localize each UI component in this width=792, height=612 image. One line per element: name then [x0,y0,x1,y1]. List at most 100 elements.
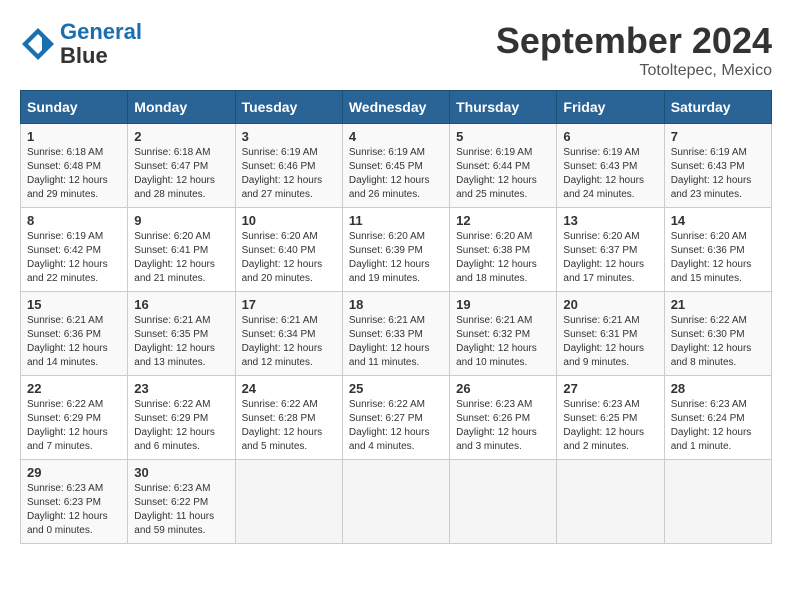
day-cell: 9 Sunrise: 6:20 AM Sunset: 6:41 PM Daylig… [128,208,235,292]
logo-line1: General [60,19,142,44]
day-info: Sunrise: 6:22 AM Sunset: 6:29 PM Dayligh… [27,398,121,454]
day-info: Sunrise: 6:20 AM Sunset: 6:37 PM Dayligh… [563,230,657,286]
day-number: 12 [456,213,550,228]
header-row: SundayMondayTuesdayWednesdayThursdayFrid… [21,91,772,124]
day-info: Sunrise: 6:23 AM Sunset: 6:25 PM Dayligh… [563,398,657,454]
calendar-table: SundayMondayTuesdayWednesdayThursdayFrid… [20,90,772,544]
day-info: Sunrise: 6:22 AM Sunset: 6:30 PM Dayligh… [671,314,765,370]
day-info: Sunrise: 6:20 AM Sunset: 6:41 PM Dayligh… [134,230,228,286]
day-number: 11 [349,213,443,228]
day-cell: 18Sunrise: 6:21 AM Sunset: 6:33 PM Dayli… [342,292,449,376]
header-cell-sunday: Sunday [21,91,128,124]
page-header: General Blue September 2024 Totoltepec, … [20,20,772,80]
day-info: Sunrise: 6:23 AM Sunset: 6:23 PM Dayligh… [27,482,121,538]
day-number: 21 [671,297,765,312]
day-cell: 23 Sunrise: 6:22 AM Sunset: 6:29 PM Dayli… [128,376,235,460]
day-number: 19 [456,297,550,312]
day-cell: 24 Sunrise: 6:22 AM Sunset: 6:28 PM Dayli… [235,376,342,460]
day-cell: 4 Sunrise: 6:19 AM Sunset: 6:45 PM Daylig… [342,124,449,208]
day-info: Sunrise: 6:19 AM Sunset: 6:43 PM Dayligh… [563,146,657,202]
day-cell: 25Sunrise: 6:22 AM Sunset: 6:27 PM Dayli… [342,376,449,460]
day-number: 8 [27,213,121,228]
day-cell: 26 Sunrise: 6:23 AM Sunset: 6:26 PM Dayli… [450,376,557,460]
day-number: 23 [134,381,228,396]
day-number: 7 [671,129,765,144]
day-cell: 12 Sunrise: 6:20 AM Sunset: 6:38 PM Dayli… [450,208,557,292]
day-number: 1 [27,129,121,144]
day-cell [450,460,557,544]
header-cell-thursday: Thursday [450,91,557,124]
day-cell: 3Sunrise: 6:19 AM Sunset: 6:46 PM Daylig… [235,124,342,208]
day-number: 3 [242,129,336,144]
day-info: Sunrise: 6:23 AM Sunset: 6:26 PM Dayligh… [456,398,550,454]
day-info: Sunrise: 6:20 AM Sunset: 6:40 PM Dayligh… [242,230,336,286]
day-cell [664,460,771,544]
day-number: 30 [134,465,228,480]
day-number: 17 [242,297,336,312]
logo-icon [20,26,56,62]
week-row-4: 22 Sunrise: 6:22 AM Sunset: 6:29 PM Dayli… [21,376,772,460]
header-cell-friday: Friday [557,91,664,124]
day-cell: 22 Sunrise: 6:22 AM Sunset: 6:29 PM Dayli… [21,376,128,460]
day-cell: 20Sunrise: 6:21 AM Sunset: 6:31 PM Dayli… [557,292,664,376]
header-cell-saturday: Saturday [664,91,771,124]
day-info: Sunrise: 6:20 AM Sunset: 6:36 PM Dayligh… [671,230,765,286]
day-number: 28 [671,381,765,396]
day-cell: 8 Sunrise: 6:19 AM Sunset: 6:42 PM Daylig… [21,208,128,292]
header-cell-wednesday: Wednesday [342,91,449,124]
day-number: 27 [563,381,657,396]
day-number: 26 [456,381,550,396]
day-cell: 14 Sunrise: 6:20 AM Sunset: 6:36 PM Dayli… [664,208,771,292]
day-number: 5 [456,129,550,144]
day-cell [235,460,342,544]
day-number: 9 [134,213,228,228]
day-cell: 15 Sunrise: 6:21 AM Sunset: 6:36 PM Dayli… [21,292,128,376]
title-block: September 2024 Totoltepec, Mexico [496,20,772,80]
week-row-5: 29 Sunrise: 6:23 AM Sunset: 6:23 PM Dayli… [21,460,772,544]
day-number: 2 [134,129,228,144]
header-cell-tuesday: Tuesday [235,91,342,124]
day-info: Sunrise: 6:20 AM Sunset: 6:38 PM Dayligh… [456,230,550,286]
day-cell: 17Sunrise: 6:21 AM Sunset: 6:34 PM Dayli… [235,292,342,376]
day-number: 29 [27,465,121,480]
day-cell: 2 Sunrise: 6:18 AM Sunset: 6:47 PM Daylig… [128,124,235,208]
month-title: September 2024 [496,20,772,62]
day-number: 4 [349,129,443,144]
day-cell: 19Sunrise: 6:21 AM Sunset: 6:32 PM Dayli… [450,292,557,376]
day-number: 15 [27,297,121,312]
day-info: Sunrise: 6:19 AM Sunset: 6:45 PM Dayligh… [349,146,443,202]
day-cell: 1 Sunrise: 6:18 AM Sunset: 6:48 PM Daylig… [21,124,128,208]
day-info: Sunrise: 6:21 AM Sunset: 6:33 PM Dayligh… [349,314,443,370]
day-cell: 29 Sunrise: 6:23 AM Sunset: 6:23 PM Dayli… [21,460,128,544]
day-info: Sunrise: 6:19 AM Sunset: 6:44 PM Dayligh… [456,146,550,202]
day-number: 14 [671,213,765,228]
day-info: Sunrise: 6:19 AM Sunset: 6:42 PM Dayligh… [27,230,121,286]
day-info: Sunrise: 6:23 AM Sunset: 6:24 PM Dayligh… [671,398,765,454]
day-info: Sunrise: 6:21 AM Sunset: 6:36 PM Dayligh… [27,314,121,370]
day-info: Sunrise: 6:22 AM Sunset: 6:29 PM Dayligh… [134,398,228,454]
day-number: 25 [349,381,443,396]
day-cell: 30 Sunrise: 6:23 AM Sunset: 6:22 PM Dayli… [128,460,235,544]
day-number: 10 [242,213,336,228]
day-info: Sunrise: 6:22 AM Sunset: 6:28 PM Dayligh… [242,398,336,454]
day-number: 24 [242,381,336,396]
day-cell: 6Sunrise: 6:19 AM Sunset: 6:43 PM Daylig… [557,124,664,208]
day-number: 16 [134,297,228,312]
day-number: 20 [563,297,657,312]
day-info: Sunrise: 6:18 AM Sunset: 6:47 PM Dayligh… [134,146,228,202]
logo: General Blue [20,20,142,68]
logo-text: General Blue [60,20,142,68]
day-cell: 11 Sunrise: 6:20 AM Sunset: 6:39 PM Dayli… [342,208,449,292]
day-info: Sunrise: 6:23 AM Sunset: 6:22 PM Dayligh… [134,482,228,538]
day-info: Sunrise: 6:20 AM Sunset: 6:39 PM Dayligh… [349,230,443,286]
day-info: Sunrise: 6:21 AM Sunset: 6:35 PM Dayligh… [134,314,228,370]
week-row-2: 8 Sunrise: 6:19 AM Sunset: 6:42 PM Daylig… [21,208,772,292]
day-cell [342,460,449,544]
logo-line2: Blue [60,43,108,68]
day-info: Sunrise: 6:18 AM Sunset: 6:48 PM Dayligh… [27,146,121,202]
location-title: Totoltepec, Mexico [496,62,772,80]
week-row-1: 1 Sunrise: 6:18 AM Sunset: 6:48 PM Daylig… [21,124,772,208]
header-cell-monday: Monday [128,91,235,124]
day-number: 22 [27,381,121,396]
calendar-body: 1 Sunrise: 6:18 AM Sunset: 6:48 PM Daylig… [21,124,772,544]
